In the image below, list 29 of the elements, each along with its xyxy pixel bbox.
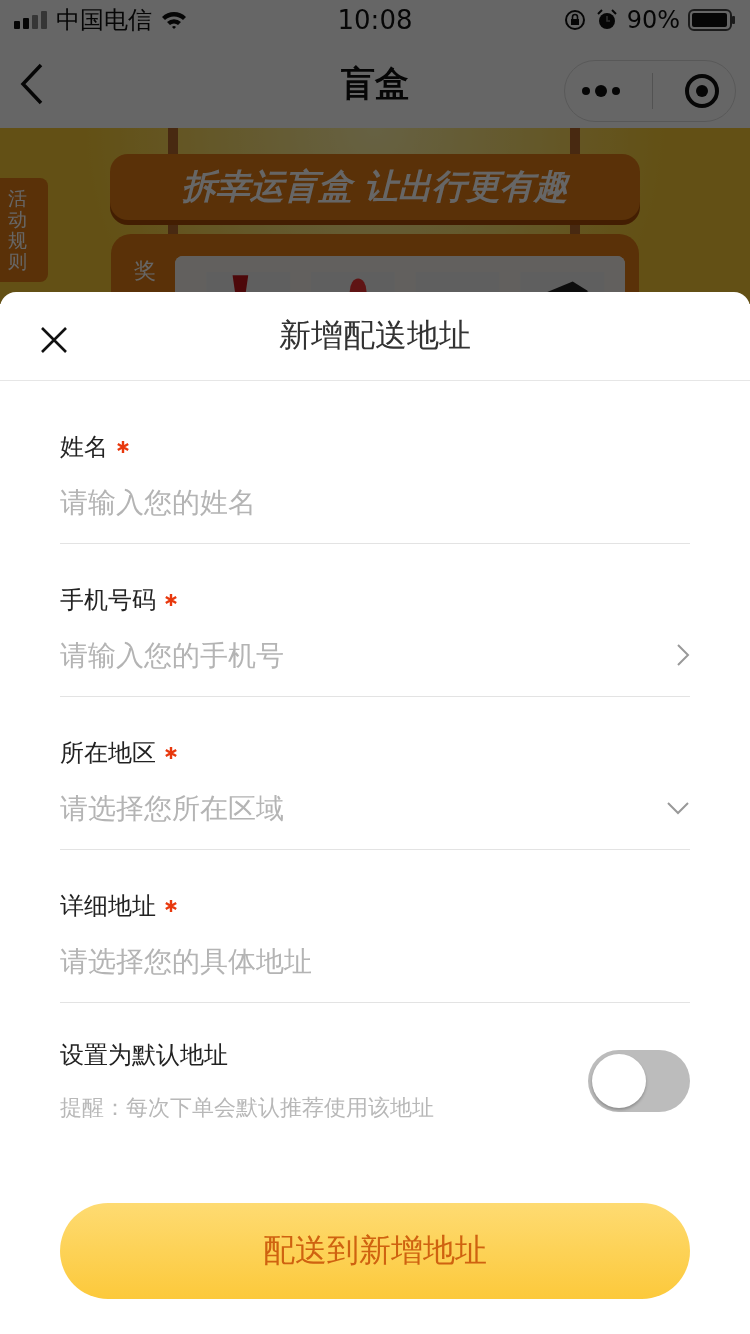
back-icon[interactable] <box>20 63 44 105</box>
default-address-hint: 提醒：每次下单会默认推荐使用该地址 <box>60 1094 434 1122</box>
page-title: 盲盒 <box>341 62 409 105</box>
field-label: 详细地址 <box>60 891 156 922</box>
close-target-icon[interactable] <box>683 73 720 109</box>
close-icon[interactable] <box>40 326 68 354</box>
battery-percent: 90% <box>626 6 680 34</box>
signal-icon <box>14 11 48 29</box>
wifi-icon <box>160 10 188 30</box>
battery-icon <box>688 9 736 31</box>
field-label: 所在地区 <box>60 738 156 769</box>
field-label: 姓名 <box>60 432 108 463</box>
more-icon[interactable] <box>580 84 621 98</box>
headline-text: 拆幸运盲盒 让出行更有趣 <box>182 165 568 208</box>
carrier-name: 中国电信 <box>56 5 152 36</box>
rules-tab[interactable]: 活动规则 <box>0 178 48 282</box>
field-label: 手机号码 <box>60 585 156 616</box>
rotation-lock-icon <box>562 8 587 32</box>
prize-label: 奖 <box>133 257 157 285</box>
default-address-label: 设置为默认地址 <box>60 1040 229 1071</box>
chevron-right-icon <box>676 643 690 667</box>
input-field[interactable]: 请选择您所在区域 <box>60 791 666 825</box>
chevron-down-icon <box>666 801 690 815</box>
sheet-title: 新增配送地址 <box>279 315 471 356</box>
submit-button[interactable]: 配送到新增地址 <box>60 1203 690 1299</box>
input-field[interactable]: 请输入您的姓名 <box>60 485 690 519</box>
input-field[interactable]: 请选择您的具体地址 <box>60 944 690 978</box>
clock-time: 10:08 <box>337 5 413 35</box>
input-field[interactable]: 请输入您的手机号 <box>60 638 676 672</box>
